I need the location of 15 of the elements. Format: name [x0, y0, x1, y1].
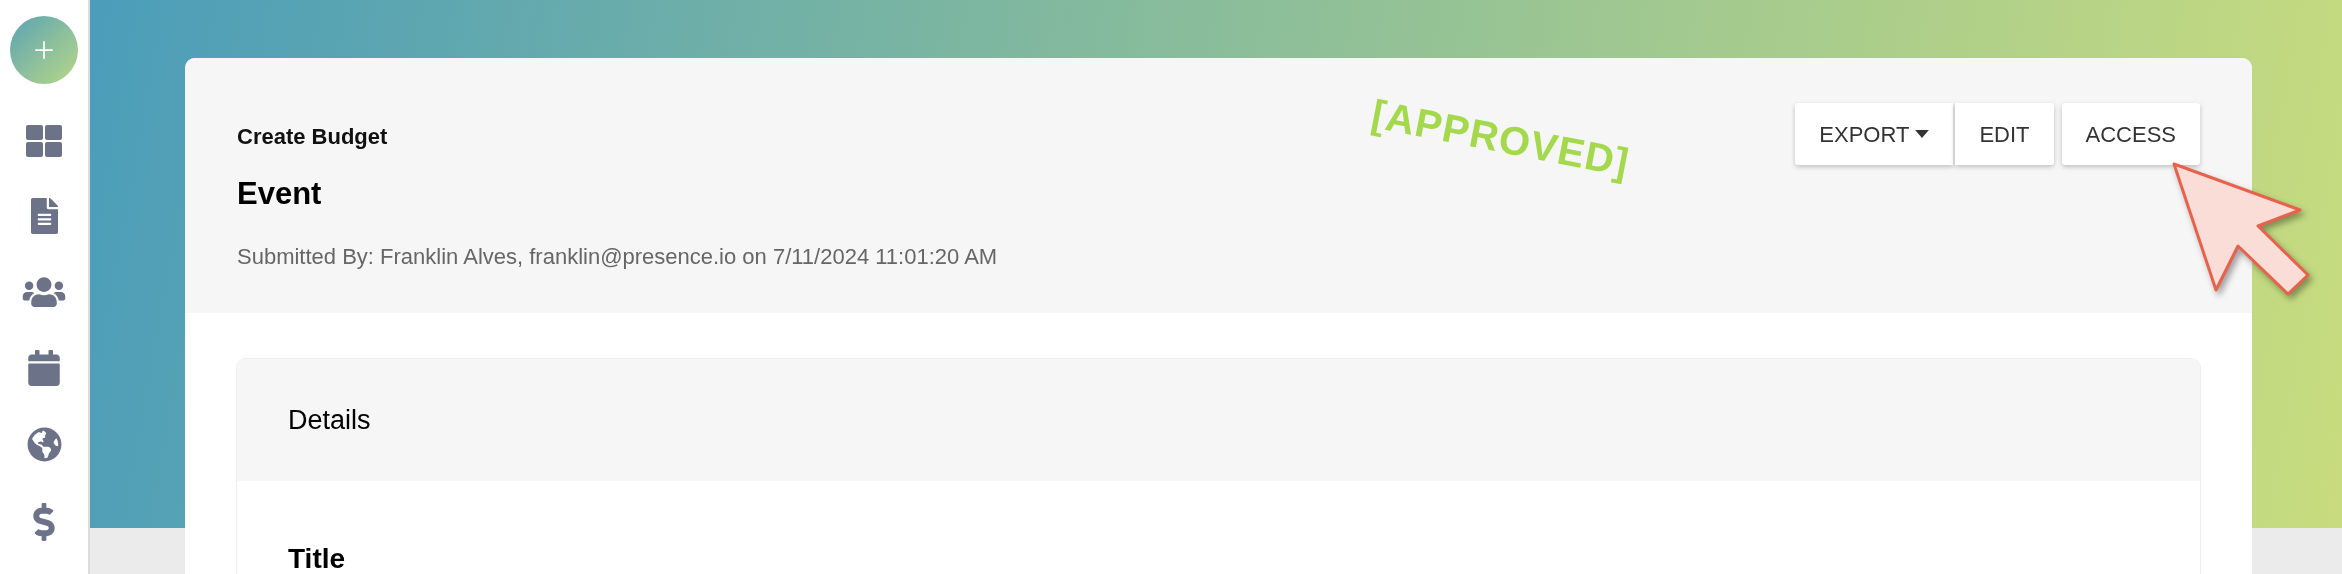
- globe-icon[interactable]: [26, 427, 62, 462]
- details-heading: Details: [288, 403, 371, 437]
- field-label: Title: [288, 543, 347, 574]
- header-button[interactable]: ACCESS: [2061, 103, 2200, 165]
- budget-title: Event: [237, 175, 323, 213]
- users-icon[interactable]: [22, 275, 66, 309]
- calendar-icon[interactable]: [28, 350, 60, 386]
- dashboard-icon[interactable]: [26, 125, 62, 157]
- header-button[interactable]: EDIT: [1955, 103, 2054, 165]
- submitted-by-text: Submitted By: Franklin Alves, franklin@presence.io on 7/11/2024 11:01:20 AM: [237, 242, 998, 271]
- caret-icon: [1915, 130, 1930, 138]
- dollar-icon[interactable]: [32, 503, 56, 541]
- export-dropdown-button[interactable]: EXPORT: [1795, 103, 1954, 165]
- breadcrumb: Create Budget: [237, 123, 389, 151]
- document-icon[interactable]: [30, 198, 58, 234]
